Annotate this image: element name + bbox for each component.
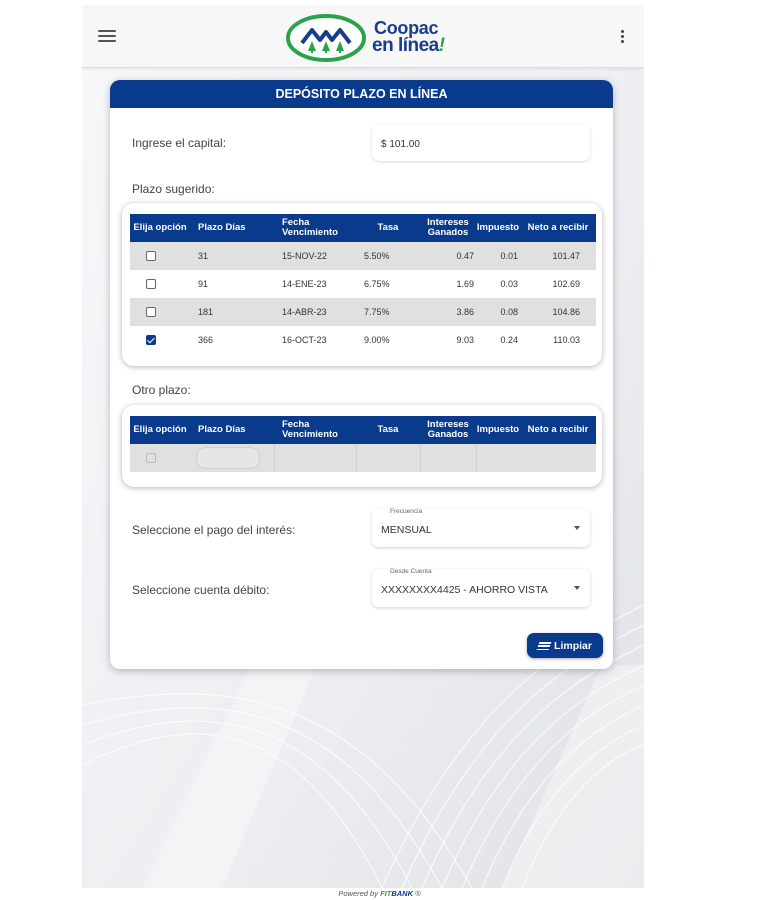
col-impuesto: Impuesto [476,221,520,233]
powered-text: Powered by [338,889,381,898]
app-window: Coopac en línea! DEPÓSITO PLAZO EN LÍNEA… [82,5,644,888]
cell-impuesto: 0.03 [500,279,518,289]
col-tasa: Tasa [377,423,399,435]
cuenta-floating-label: Desde Cuenta [388,568,434,575]
cell-dias: 91 [198,279,209,289]
cell-impuesto: 0.24 [500,335,518,345]
other-term-checkbox[interactable] [146,453,156,463]
suggested-terms-table-card: Elija opción Plazo Días Fecha Vencimient… [122,203,602,366]
brand-bank: BANK [391,889,413,898]
row-checkbox[interactable] [146,251,156,261]
other-term-table-card: Elija opción Plazo Días Fecha Vencimient… [122,405,602,487]
capital-input[interactable]: $ 101.00 [372,125,590,161]
limpiar-button[interactable]: Limpiar [527,633,603,658]
frecuencia-select[interactable]: Frecuencia MENSUAL [372,508,590,547]
cell-dias: 31 [198,251,209,261]
cell-fecha: 16-OCT-23 [282,335,327,345]
col-impuesto: Impuesto [476,423,520,435]
cuenta-select[interactable]: Desde Cuenta XXXXXXXX4425 - AHORRO VISTA [372,568,590,607]
col-fecha: Fecha Vencimiento [282,418,338,440]
table-row[interactable]: 31 15-NOV-22 5.50% 0.47 0.01 101.47 [130,242,596,270]
table-header: Elija opción Plazo Días Fecha Vencimient… [130,416,596,444]
col-elija: Elija opción [133,423,187,435]
col-intereses: Intereses Ganados [427,418,469,440]
cell-impuesto: 0.08 [500,307,518,317]
row-checkbox-checked[interactable] [146,335,156,345]
cell-intereses: 3.86 [456,307,474,317]
coopac-logo: Coopac en línea! [286,11,456,65]
column-divider [476,444,477,472]
col-tasa: Tasa [377,221,399,233]
table-row[interactable]: 366 16-OCT-23 9.00% 9.03 0.24 110.03 [130,326,596,354]
col-plazo: Plazo Días [198,423,246,435]
col-plazo: Plazo Días [198,221,246,233]
cell-neto: 102.69 [552,279,580,289]
col-intereses: Intereses Ganados [427,216,469,238]
cell-tasa: 5.50% [364,251,390,261]
capital-value: $ 101.00 [381,139,420,150]
cell-fecha: 14-ENE-23 [282,279,327,289]
hamburger-menu-icon[interactable] [98,27,116,45]
cell-dias: 366 [198,335,214,345]
pago-interes-label: Seleccione el pago del interés: [132,523,296,537]
cell-tasa: 9.00% [364,335,390,345]
col-elija: Elija opción [133,221,187,233]
cell-dias: 181 [198,307,214,317]
registered-mark: ® [413,889,421,898]
cuenta-debito-label: Seleccione cuenta débito: [132,583,270,597]
powered-by-footer: Powered by FITBANK ® [0,888,759,900]
clear-lines-icon [536,641,552,650]
logo-exclamation: ! [438,35,445,56]
chevron-down-icon [574,526,580,530]
capital-label: Ingrese el capital: [132,136,227,150]
cell-neto: 101.47 [552,251,580,261]
deposit-card: DEPÓSITO PLAZO EN LÍNEA Ingrese el capit… [110,80,613,669]
otro-plazo-label: Otro plazo: [132,383,191,397]
cell-tasa: 6.75% [364,279,390,289]
more-options-icon[interactable] [618,27,626,45]
cell-neto: 110.03 [553,335,580,345]
cell-intereses: 9.03 [456,335,474,345]
cell-tasa: 7.75% [364,307,390,317]
frecuencia-value: MENSUAL [381,524,432,536]
logo-emblem-icon [286,14,366,62]
other-term-row [130,444,596,472]
table-header: Elija opción Plazo Días Fecha Vencimient… [130,214,596,242]
logo-text-en-linea: en línea! [372,35,445,57]
other-term-table: Elija opción Plazo Días Fecha Vencimient… [130,416,596,472]
row-checkbox[interactable] [146,279,156,289]
card-title: DEPÓSITO PLAZO EN LÍNEA [110,80,613,108]
cuenta-value: XXXXXXXX4425 - AHORRO VISTA [381,584,548,596]
col-neto: Neto a recibir [527,221,589,233]
other-term-days-input[interactable] [196,447,260,469]
top-bar: Coopac en línea! [82,5,644,68]
table-row[interactable]: 91 14-ENE-23 6.75% 1.69 0.03 102.69 [130,270,596,298]
suggested-terms-table: Elija opción Plazo Días Fecha Vencimient… [130,214,596,354]
row-checkbox[interactable] [146,307,156,317]
col-neto: Neto a recibir [527,423,589,435]
cell-intereses: 1.69 [456,279,474,289]
cell-impuesto: 0.01 [500,251,518,261]
logo-text-en-linea-word: en línea [372,35,439,56]
table-row[interactable]: 181 14-ABR-23 7.75% 3.86 0.08 104.86 [130,298,596,326]
brand-fit: FIT [380,889,392,898]
cell-fecha: 14-ABR-23 [282,307,327,317]
cell-neto: 104.86 [552,307,580,317]
frecuencia-floating-label: Frecuencia [388,508,425,515]
cell-fecha: 15-NOV-22 [282,251,328,261]
plazo-sugerido-label: Plazo sugerido: [132,182,215,196]
chevron-down-icon [574,586,580,590]
col-fecha: Fecha Vencimiento [282,216,338,238]
limpiar-label: Limpiar [554,639,592,652]
cell-intereses: 0.47 [456,251,474,261]
